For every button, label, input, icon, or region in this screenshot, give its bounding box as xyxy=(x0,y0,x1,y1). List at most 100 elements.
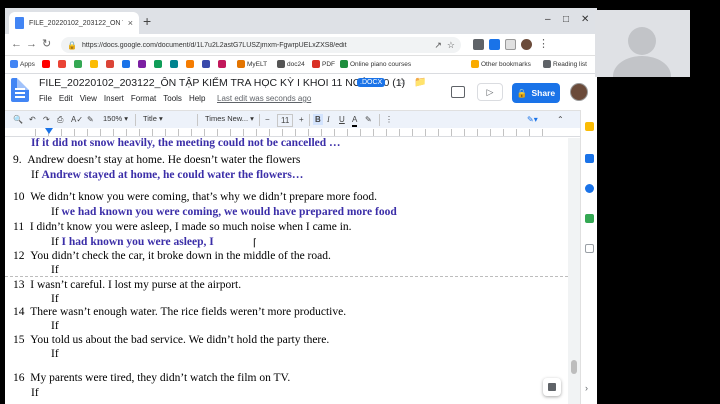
highlight-icon[interactable]: ✎ xyxy=(365,114,372,125)
font-size-input[interactable]: 11 xyxy=(277,114,294,127)
bookmark-icon xyxy=(202,60,210,68)
calendar-icon[interactable] xyxy=(585,154,594,163)
other-bookmarks[interactable]: Other bookmarks xyxy=(471,60,531,68)
indent-marker[interactable] xyxy=(45,128,53,134)
zoom-select[interactable]: 150% ▾ xyxy=(103,114,128,123)
editing-mode-icon[interactable]: ✎▾ xyxy=(527,114,538,125)
scrollbar-thumb[interactable] xyxy=(571,360,577,374)
last-edit-status[interactable]: Last edit was seconds ago xyxy=(217,94,311,103)
bookmark-myelt[interactable]: MyELT xyxy=(237,60,267,68)
google-docs-logo-icon[interactable] xyxy=(11,78,29,102)
move-folder-icon[interactable]: 📁 xyxy=(414,77,426,88)
browser-window: FILE_20220102_203122_ÔN TẬP × + – □ ✕ ← … xyxy=(5,8,597,404)
bookmarks-bar: Apps MyELT doc24 PDF Online piano course… xyxy=(5,56,597,74)
tab-close-icon[interactable]: × xyxy=(128,18,133,28)
menu-tools[interactable]: Tools xyxy=(163,94,182,103)
style-select[interactable]: Title ▾ xyxy=(143,114,163,123)
drive-icon xyxy=(74,60,82,68)
document-canvas: If it did not snow heavily, the meeting … xyxy=(5,138,580,404)
close-window-icon[interactable]: ✕ xyxy=(581,14,589,26)
bookmark-link[interactable] xyxy=(122,60,130,68)
account-avatar[interactable] xyxy=(570,83,588,101)
maps-icon[interactable] xyxy=(585,214,594,223)
bold-button[interactable]: B xyxy=(313,114,323,125)
menu-view[interactable]: View xyxy=(80,94,97,103)
reading-list[interactable]: Reading list xyxy=(543,60,587,68)
ruler[interactable] xyxy=(5,128,580,137)
italic-button[interactable]: I xyxy=(327,114,330,125)
minimize-icon[interactable]: – xyxy=(545,14,551,26)
extension-icon[interactable] xyxy=(473,39,484,50)
underline-button[interactable]: U xyxy=(339,114,345,125)
star-icon[interactable]: ☆ xyxy=(397,77,406,88)
browser-tab[interactable]: FILE_20220102_203122_ÔN TẬP × xyxy=(9,12,139,34)
forward-icon[interactable]: → xyxy=(26,37,37,51)
more-options-icon[interactable]: ⋮ xyxy=(385,114,393,125)
bookmark-star-icon[interactable]: ☆ xyxy=(447,40,455,51)
share-label: Share xyxy=(531,88,556,98)
keep-icon[interactable] xyxy=(585,122,594,131)
undo-icon[interactable]: ↶ xyxy=(29,114,36,125)
paint-format-icon[interactable]: ✎ xyxy=(87,114,94,125)
redo-icon[interactable]: ↷ xyxy=(43,114,50,125)
doc-line: If it did not snow heavily, the meeting … xyxy=(31,138,341,149)
explore-button[interactable] xyxy=(543,378,561,396)
url-text[interactable]: https://docs.google.com/document/d/1L7u2… xyxy=(82,42,429,49)
menu-edit[interactable]: Edit xyxy=(59,94,73,103)
bookmark-gmail[interactable] xyxy=(58,60,66,68)
bookmark-link[interactable] xyxy=(138,60,146,68)
video-participant-tile xyxy=(595,10,690,77)
reload-icon[interactable]: ↻ xyxy=(42,37,51,51)
document-title[interactable]: FILE_20220102_203122_ÔN TẬP KIỂM TRA HỌC… xyxy=(39,77,405,89)
navigation-bar: ← → ↻ 🔒 https://docs.google.com/document… xyxy=(5,34,597,56)
bookmark-youtube[interactable] xyxy=(42,60,50,68)
bookmark-link[interactable] xyxy=(170,60,178,68)
share-button[interactable]: 🔒 Share xyxy=(512,83,560,103)
profile-avatar[interactable] xyxy=(521,39,532,50)
menu-file[interactable]: File xyxy=(39,94,52,103)
bookmark-icon xyxy=(90,60,98,68)
more-menu-icon[interactable]: ⋮ xyxy=(538,37,549,51)
maximize-icon[interactable]: □ xyxy=(563,14,569,26)
bookmark-doc24[interactable]: doc24 xyxy=(277,60,305,68)
font-select[interactable]: Times New... ▾ xyxy=(205,114,254,123)
share-page-icon[interactable]: ↗ xyxy=(434,40,442,51)
bookmark-icon xyxy=(106,60,114,68)
text-color-button[interactable]: A xyxy=(352,114,358,127)
vertical-scrollbar[interactable] xyxy=(568,138,580,404)
reading-list-icon xyxy=(543,60,551,68)
menu-format[interactable]: Format xyxy=(131,94,156,103)
menu-help[interactable]: Help xyxy=(189,94,205,103)
back-icon[interactable]: ← xyxy=(11,37,22,51)
doc-line: If xyxy=(51,320,59,332)
spellcheck-icon[interactable]: A✓ xyxy=(71,114,83,125)
bookmark-link[interactable] xyxy=(218,60,226,68)
bookmark-apps[interactable]: Apps xyxy=(10,60,35,68)
address-bar[interactable]: 🔒 https://docs.google.com/document/d/1L7… xyxy=(61,37,461,53)
bookmark-link[interactable] xyxy=(90,60,98,68)
menu-insert[interactable]: Insert xyxy=(104,94,124,103)
increase-font-button[interactable]: + xyxy=(299,114,304,125)
bookmark-link[interactable] xyxy=(202,60,210,68)
bookmark-piano[interactable]: Online piano courses xyxy=(340,60,411,68)
document-page[interactable]: If it did not snow heavily, the meeting … xyxy=(5,138,568,404)
tasks-icon[interactable] xyxy=(585,184,594,193)
search-menus-icon[interactable]: 🔍 xyxy=(13,114,23,125)
hide-menus-icon[interactable]: ⌃ xyxy=(557,114,564,125)
comments-icon[interactable] xyxy=(451,86,465,98)
extension-icon[interactable] xyxy=(489,39,500,50)
lock-icon: 🔒 xyxy=(516,87,528,98)
add-on-icon[interactable] xyxy=(585,244,594,253)
bookmark-link[interactable] xyxy=(154,60,162,68)
present-button[interactable]: ▷ xyxy=(477,83,503,101)
bookmark-drive[interactable] xyxy=(74,60,82,68)
new-tab-button[interactable]: + xyxy=(143,14,151,28)
extensions-puzzle-icon[interactable] xyxy=(505,39,516,50)
print-icon[interactable]: ⎙ xyxy=(57,114,63,125)
ruler-ticks xyxy=(35,129,555,136)
bookmark-link[interactable] xyxy=(106,60,114,68)
decrease-font-button[interactable]: − xyxy=(265,114,270,125)
bookmark-link[interactable] xyxy=(186,60,194,68)
collapse-panel-icon[interactable]: › xyxy=(585,384,594,393)
bookmark-pdf[interactable]: PDF xyxy=(312,60,335,68)
